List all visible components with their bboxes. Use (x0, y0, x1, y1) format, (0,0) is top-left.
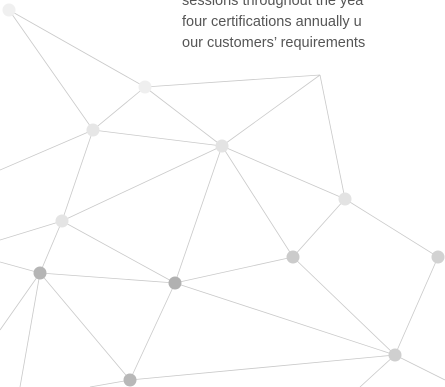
paragraph-line-1: sessions throughout the yea (182, 0, 364, 9)
network-nodes (2, 3, 445, 387)
paragraph-line-3: our customers’ requirements (182, 35, 366, 51)
network-edges (0, 9, 445, 387)
network-background-graphic (0, 3, 445, 387)
paragraph-line-2: four certifications annually u (182, 14, 362, 30)
description-paragraph: sessions throughout the yea four certifi… (182, 0, 445, 54)
